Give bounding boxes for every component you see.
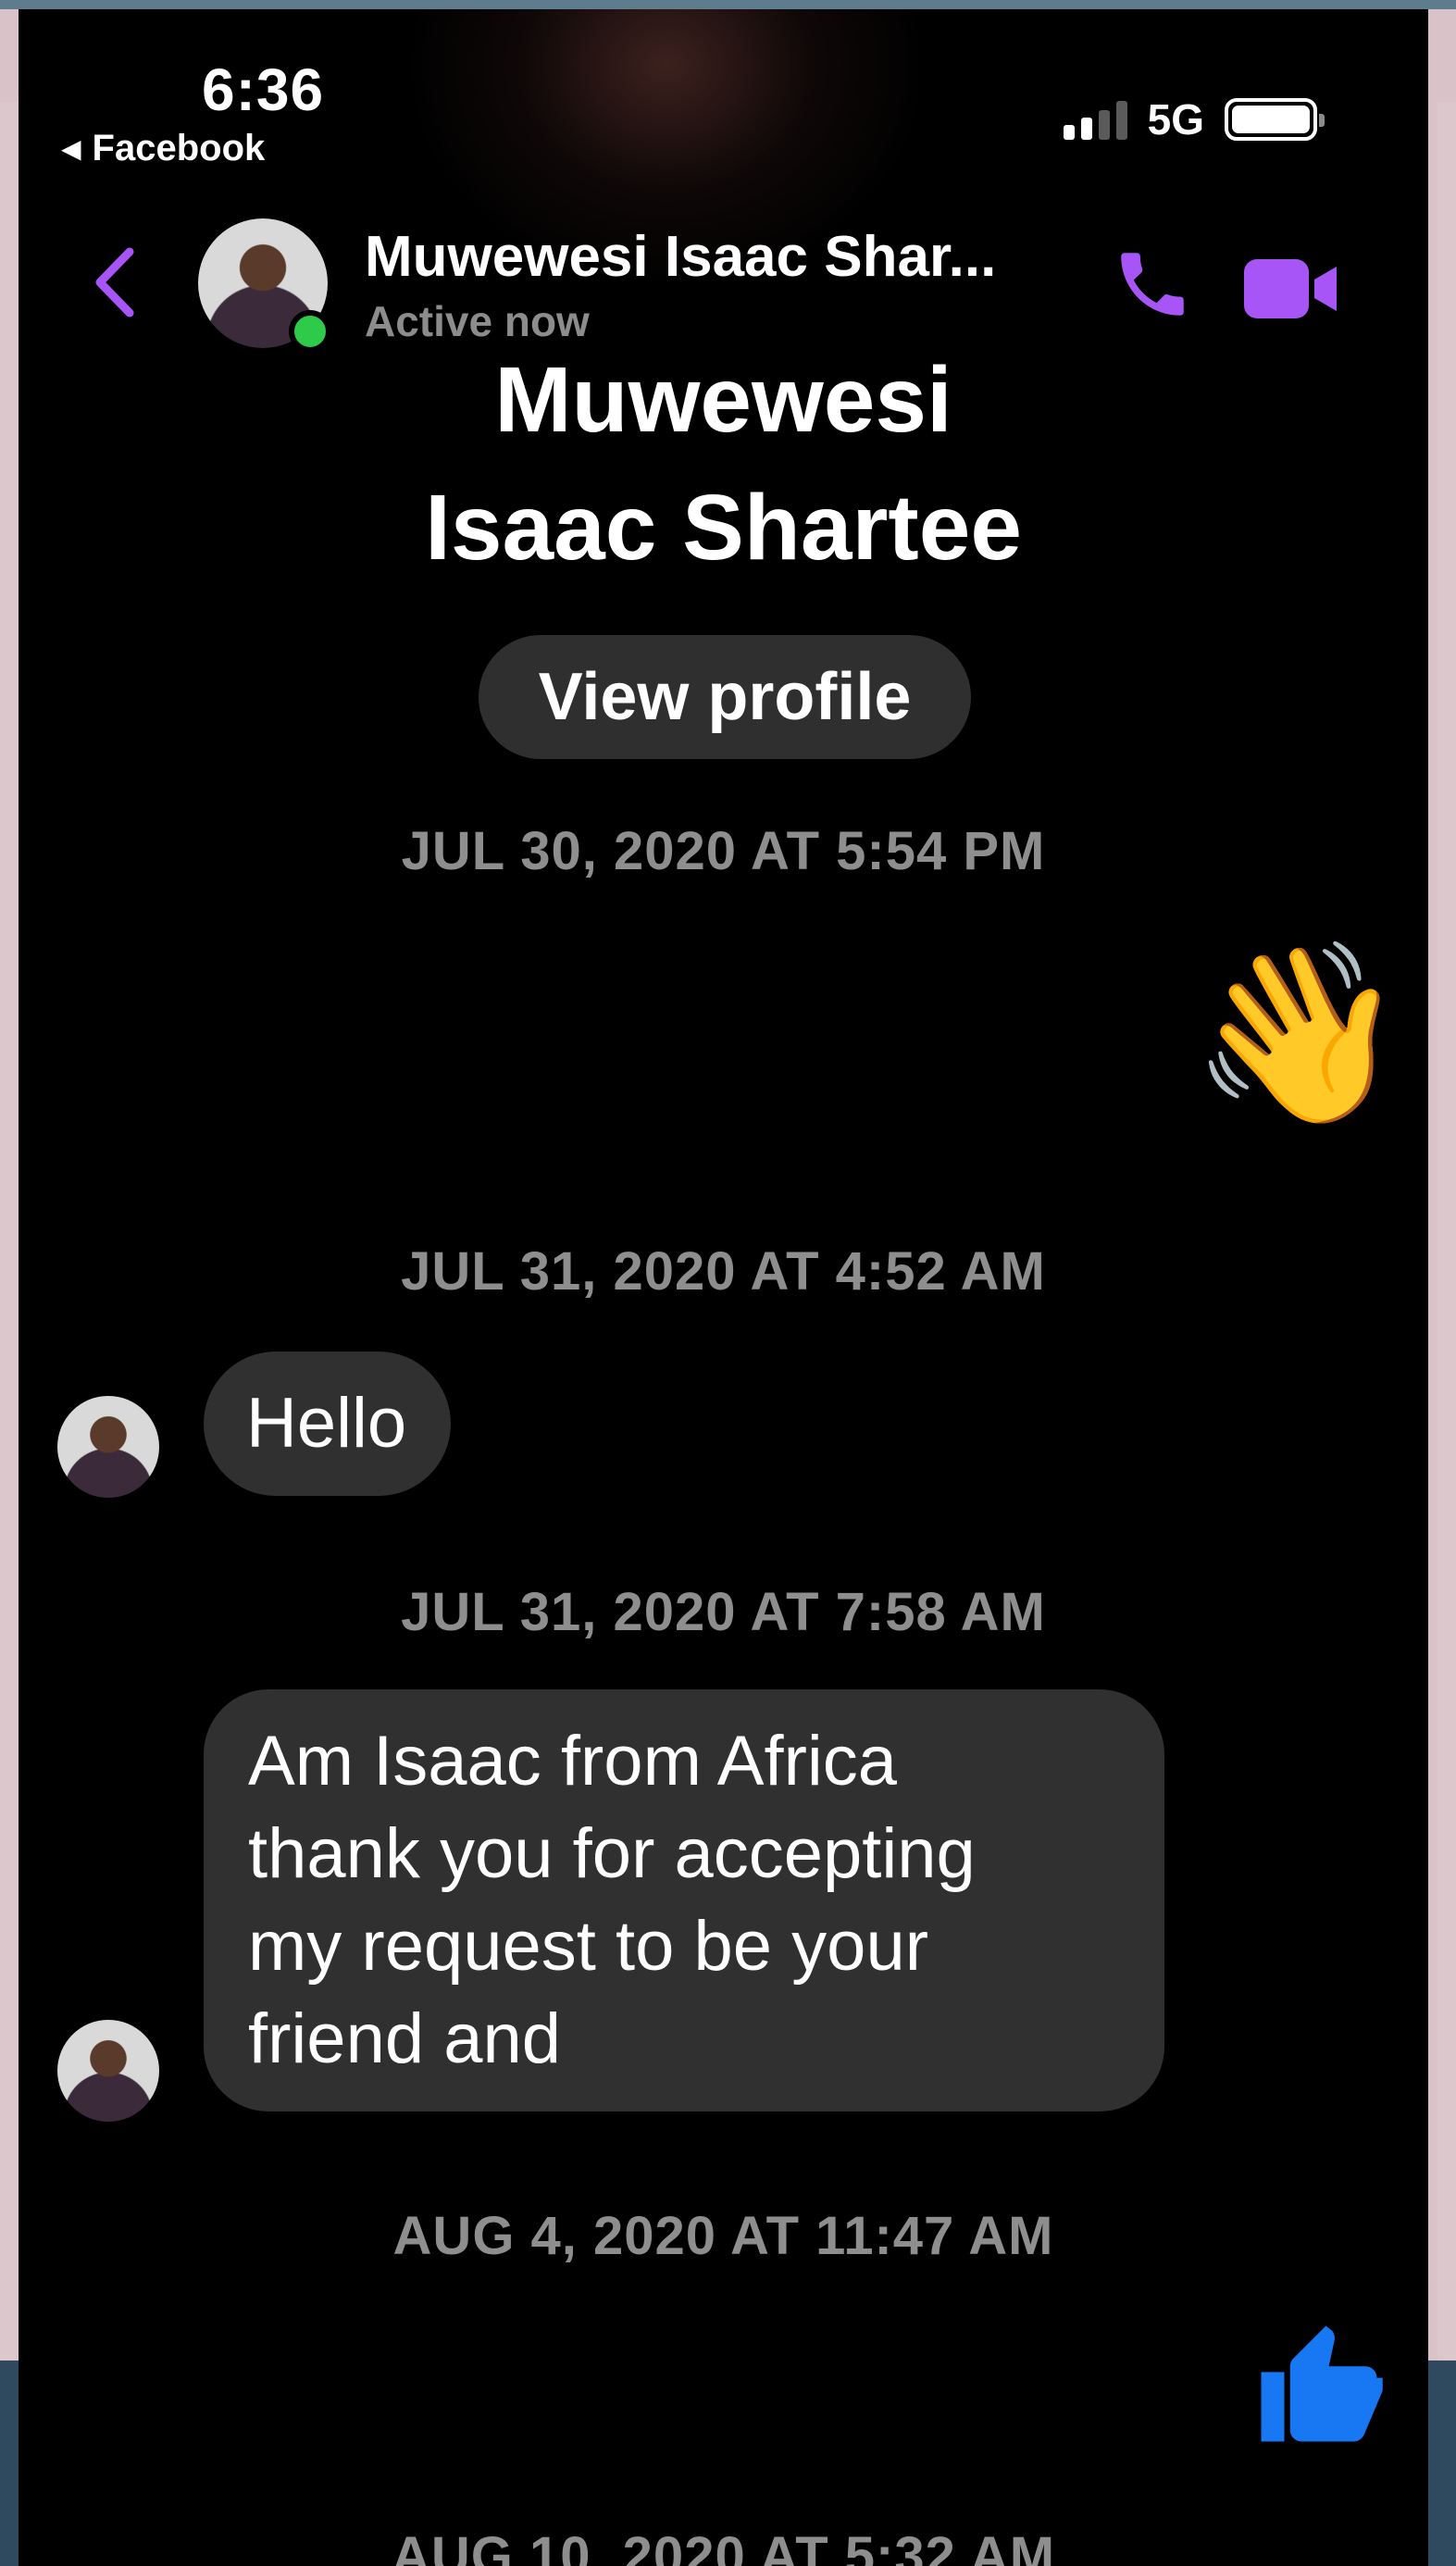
view-profile-button[interactable]: View profile bbox=[479, 635, 971, 759]
status-time: 6:36 bbox=[202, 56, 325, 123]
thumbs-up-reaction[interactable] bbox=[1250, 2314, 1388, 2453]
window-edge-right bbox=[1437, 102, 1456, 2360]
timestamp: AUG 10, 2020 AT 5:32 AM bbox=[391, 2526, 1056, 2566]
window-edge-bottom-left bbox=[0, 2360, 19, 2566]
audio-call-button[interactable] bbox=[1111, 243, 1194, 326]
battery-icon bbox=[1225, 98, 1325, 141]
waving-hand-emoji[interactable]: 👋 bbox=[1189, 946, 1409, 1122]
timestamp: JUL 31, 2020 AT 4:52 AM bbox=[401, 1241, 1046, 1302]
message-bubble[interactable]: Hello bbox=[204, 1352, 452, 1496]
profile-name-line2: Isaac Shartee bbox=[425, 476, 1022, 579]
message-line: friend and bbox=[248, 1999, 562, 2078]
window-edge-bottom-right bbox=[1428, 2360, 1456, 2566]
timestamp: AUG 4, 2020 AT 11:47 AM bbox=[392, 2206, 1054, 2266]
signal-strength-icon bbox=[1063, 99, 1127, 140]
message-line: my request to be your bbox=[248, 1907, 929, 1986]
window-edge-left bbox=[0, 102, 19, 2360]
chevron-left-icon bbox=[95, 247, 134, 318]
phone-icon bbox=[1121, 253, 1184, 316]
sender-avatar[interactable] bbox=[57, 2020, 159, 2122]
message-line: Am Isaac from Africa bbox=[248, 1722, 898, 1800]
timestamp: JUL 31, 2020 AT 7:58 AM bbox=[401, 1582, 1046, 1642]
back-triangle-icon: ◀ bbox=[61, 134, 81, 163]
network-type: 5G bbox=[1147, 95, 1204, 143]
status-indicators: 5G bbox=[1063, 94, 1325, 144]
contact-status: Active now bbox=[365, 297, 590, 345]
window-edge-top bbox=[0, 0, 1456, 9]
contact-name[interactable]: Muwewesi Isaac Shar... bbox=[365, 224, 996, 290]
video-camera-icon bbox=[1244, 259, 1337, 318]
thumbs-up-icon bbox=[1261, 2325, 1383, 2442]
online-status-dot bbox=[289, 310, 331, 353]
timestamp: JUL 30, 2020 AT 5:54 PM bbox=[401, 821, 1046, 881]
message-line: thank you for accepting bbox=[248, 1814, 976, 1893]
back-app-label: Facebook bbox=[92, 128, 266, 168]
message-bubble[interactable]: Am Isaac from Africa thank you for accep… bbox=[204, 1689, 1164, 2111]
back-to-app-link[interactable]: ◀ Facebook bbox=[61, 128, 265, 169]
sender-avatar[interactable] bbox=[57, 1396, 159, 1498]
messenger-screen: 6:36 ◀ Facebook 5G Muwewesi Isaac Shar..… bbox=[19, 9, 1428, 2566]
video-call-button[interactable] bbox=[1240, 252, 1342, 326]
profile-name-line1: Muwewesi bbox=[494, 348, 952, 452]
back-button[interactable] bbox=[83, 241, 148, 324]
